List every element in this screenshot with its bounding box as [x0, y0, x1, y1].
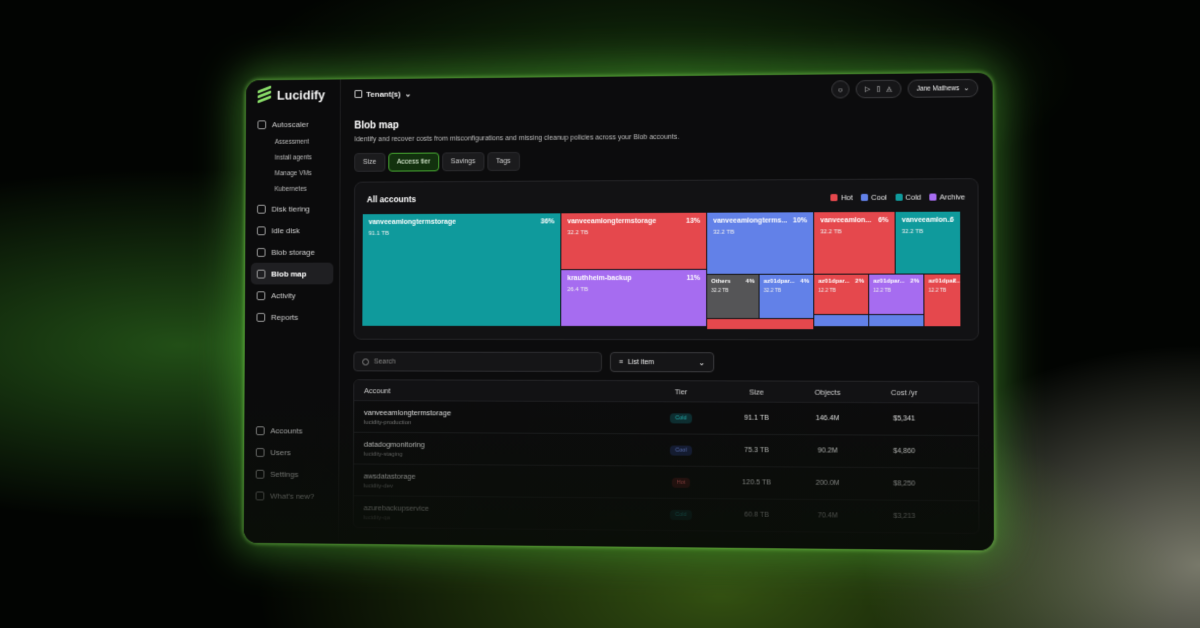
- search-input[interactable]: Search: [353, 351, 602, 373]
- tier-badge: Cold: [670, 509, 692, 520]
- col-account[interactable]: Account: [354, 386, 641, 396]
- treemap-tile[interactable]: vanveeamlongtermstorage 13% 32.2 TB: [561, 212, 708, 271]
- card-header: All accounts Hot Cool Cold Archive: [363, 187, 970, 208]
- legend-cool[interactable]: Cool: [860, 192, 887, 201]
- gear-icon: [255, 469, 265, 479]
- chevron-down-icon: ⌄: [698, 357, 706, 367]
- bell-icon[interactable]: ◬: [886, 85, 892, 93]
- treemap-tile[interactable]: [869, 315, 925, 328]
- legend-hot[interactable]: Hot: [830, 192, 853, 202]
- disk-icon: [257, 204, 266, 214]
- user-menu[interactable]: Jane Mathews ⌄: [907, 78, 979, 98]
- map-icon: [256, 269, 266, 279]
- treemap-tile[interactable]: krauthheim-backup 11% 26.4 TB: [561, 269, 708, 328]
- sidebar-item-users[interactable]: Users: [244, 441, 338, 463]
- sidebar-item-assessment[interactable]: Assessment: [246, 135, 340, 151]
- sidebar-item-whats-new[interactable]: What's new?: [244, 484, 338, 507]
- treemap-tile[interactable]: az01dpar... 2 12.2 TB: [924, 274, 962, 328]
- tier-badge: Cool: [670, 445, 692, 456]
- reports-icon: [256, 312, 266, 322]
- tab-access-tier[interactable]: Access tier: [387, 152, 440, 172]
- table-row[interactable]: azurebackupservice lucidity-qa Cold 60.8 …: [353, 495, 979, 533]
- idle-disk-icon: [256, 225, 266, 235]
- col-objects[interactable]: Objects: [792, 387, 863, 396]
- sidebar-nav: Autoscaler Assessment Install agents Man…: [245, 109, 340, 328]
- logo[interactable]: Lucidify: [246, 79, 340, 109]
- sidebar-item-autoscaler[interactable]: Autoscaler: [246, 113, 340, 135]
- quick-actions-group: ▷ ▯ ◬: [855, 79, 902, 99]
- lucidify-logo-icon: [257, 85, 272, 104]
- top-actions: ○ ▷ ▯ ◬ Jane Mathews ⌄: [831, 78, 979, 99]
- page-subtitle: Identify and recover costs from misconfi…: [354, 133, 680, 144]
- key-icon: [255, 425, 265, 435]
- sidebar-item-idle-disk[interactable]: Idle disk: [245, 219, 339, 241]
- sidebar-item-install-agents[interactable]: Install agents: [246, 150, 340, 166]
- tab-savings[interactable]: Savings: [442, 152, 485, 172]
- treemap-tile[interactable]: az01dpar... 4% 32.2 TB: [759, 274, 815, 320]
- sidebar-item-blob-storage[interactable]: Blob storage: [245, 241, 339, 263]
- sidebar-item-kubernetes[interactable]: Kubernetes: [246, 182, 340, 198]
- table-row[interactable]: vanveeamlongtermstorage lucidity-producti…: [354, 400, 979, 436]
- sidebar-item-disk-tiering[interactable]: Disk tiering: [245, 198, 339, 220]
- treemap: vanveeamlongtermstorage 36% 91.1 TB vanvee…: [362, 211, 962, 331]
- sidebar-bottom-nav: Accounts Users Settings What's new?: [244, 419, 339, 507]
- tab-size[interactable]: Size: [354, 152, 386, 172]
- sidebar-item-reports[interactable]: Reports: [245, 306, 339, 328]
- treemap-tile[interactable]: vanveeamlongterms... 10% 32.2 TB: [707, 212, 815, 275]
- treemap-tile[interactable]: [707, 319, 815, 331]
- chevron-down-icon: ⌄: [963, 85, 970, 93]
- treemap-card: All accounts Hot Cool Cold Archive vanve…: [353, 178, 979, 341]
- col-tier[interactable]: Tier: [641, 387, 721, 396]
- page-title: Blob map: [354, 120, 399, 132]
- sidebar-item-accounts[interactable]: Accounts: [244, 419, 338, 441]
- filter-bar: Search ≡ List item ⌄: [353, 351, 979, 373]
- legend-cold[interactable]: Cold: [895, 192, 921, 201]
- tab-bar: Size Access tier Savings Tags: [354, 149, 978, 172]
- sidebar-item-settings[interactable]: Settings: [244, 463, 338, 485]
- sidebar: Lucidify Autoscaler Assessment Install a…: [243, 79, 341, 544]
- tier-badge: Cold: [670, 412, 692, 424]
- treemap-tile[interactable]: az01dpar... 2% 12.2 TB: [814, 274, 870, 316]
- search-icon: ○: [837, 84, 843, 94]
- book-icon[interactable]: ▯: [876, 85, 880, 93]
- card-title: All accounts: [366, 194, 417, 205]
- accounts-table: Account Tier Size Objects Cost /yr vanve…: [352, 379, 980, 535]
- treemap-tile[interactable]: az01dpar... 2% 12.2 TB: [869, 274, 925, 316]
- col-size[interactable]: Size: [721, 387, 792, 396]
- view-select[interactable]: ≡ List item ⌄: [609, 352, 715, 373]
- app-window: Lucidify Autoscaler Assessment Install a…: [243, 72, 995, 551]
- table-row[interactable]: awsdatastorage lucidity-dev Hot 120.5 TB …: [353, 463, 979, 501]
- blob-icon: [256, 247, 266, 257]
- search-button[interactable]: ○: [831, 80, 850, 99]
- legend: Hot Cool Cold Archive: [830, 192, 965, 202]
- main-content: Blob map Identify and recover costs from…: [339, 103, 994, 550]
- chevron-down-icon: ⌄: [404, 89, 412, 98]
- search-icon: [362, 357, 370, 365]
- play-icon[interactable]: ▷: [865, 85, 870, 93]
- table-header: Account Tier Size Objects Cost /yr: [354, 380, 979, 403]
- col-cost[interactable]: Cost /yr: [863, 387, 945, 396]
- sidebar-item-manage-vms[interactable]: Manage VMs: [246, 166, 340, 182]
- treemap-tile[interactable]: vanveeamlon... 6% 32.2 TB: [814, 211, 896, 275]
- tier-badge: Hot: [671, 477, 691, 488]
- sidebar-item-activity[interactable]: Activity: [245, 284, 339, 306]
- sidebar-item-blob-map[interactable]: Blob map: [250, 262, 334, 285]
- tenant-selector[interactable]: Tenant(s) ⌄: [354, 89, 411, 98]
- treemap-tile[interactable]: [814, 315, 870, 328]
- autoscaler-icon: [257, 119, 267, 129]
- sparkle-icon: [255, 490, 265, 500]
- activity-icon: [256, 290, 266, 300]
- list-icon: ≡: [618, 358, 624, 366]
- treemap-tile[interactable]: vanveeamlon... 6 32.2 TB: [895, 211, 962, 275]
- user-icon: [255, 447, 265, 457]
- grid-icon: [354, 90, 363, 98]
- legend-archive[interactable]: Archive: [929, 192, 965, 201]
- treemap-tile[interactable]: Others 4% 32.2 TB: [707, 274, 760, 320]
- brand-name: Lucidify: [276, 86, 326, 103]
- tab-tags[interactable]: Tags: [487, 151, 520, 172]
- table-row[interactable]: datadogmonitoring lucidity-staging Cool 7…: [353, 431, 979, 468]
- treemap-tile[interactable]: vanveeamlongtermstorage 36% 91.1 TB: [362, 213, 562, 327]
